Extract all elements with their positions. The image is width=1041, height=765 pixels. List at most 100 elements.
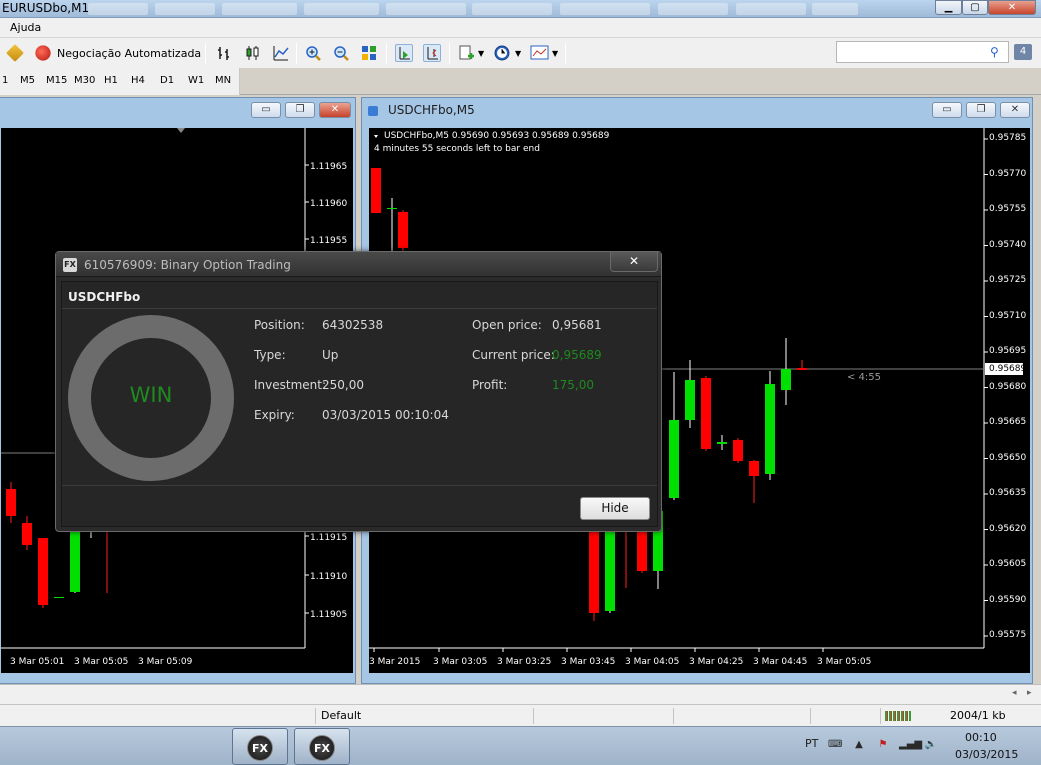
network-icon[interactable]: ▂▄▆ — [899, 739, 922, 751]
timeframe-h4[interactable]: H4 — [131, 75, 145, 86]
bar-chart-icon[interactable] — [215, 44, 233, 62]
close-icon: ✕ — [330, 104, 340, 115]
chart-close-button[interactable]: ✕ — [1000, 102, 1030, 118]
time-label: 3 Mar 05:05 — [817, 657, 872, 667]
investment-label: Investment: — [254, 378, 327, 392]
notification-badge[interactable]: 4 — [1014, 44, 1032, 60]
price-label: 0.95695 — [989, 346, 1027, 356]
hide-button[interactable]: Hide — [580, 497, 650, 520]
timeframe-w1[interactable]: W1 — [188, 75, 204, 86]
window-title-bar: EURUSDbo,M1 ▁ ▢ ✕ — [0, 0, 1041, 18]
scroll-right-icon[interactable]: ▸ — [1027, 688, 1032, 698]
price-label: 0.95710 — [989, 310, 1027, 321]
search-input[interactable]: ⚲ — [836, 41, 1009, 63]
search-icon[interactable]: ⚲ — [990, 45, 1004, 59]
current-price-marker: 0.95689 — [989, 364, 1027, 374]
auto-trading-button[interactable]: Negociação Automatizada — [57, 47, 201, 60]
timeframe-m5[interactable]: M5 — [20, 75, 35, 86]
menu-item-ajuda[interactable]: Ajuda — [10, 21, 41, 34]
chevron-down-icon[interactable]: ▼ — [515, 49, 521, 58]
price-label: 0.95680 — [989, 381, 1027, 392]
divider — [62, 308, 657, 309]
keyboard-icon[interactable]: ⌨ — [828, 739, 842, 751]
timeframe-h1[interactable]: H1 — [104, 75, 118, 86]
dialog-close-button[interactable]: ✕ — [610, 252, 658, 272]
profile-icon[interactable] — [6, 44, 24, 62]
price-label: 0.95665 — [989, 417, 1027, 427]
candlestick-icon[interactable] — [244, 44, 262, 62]
chevron-down-icon[interactable]: ▼ — [552, 49, 558, 58]
menu-bar: Ajuda — [0, 18, 1041, 38]
clock-time[interactable]: 00:10 — [965, 731, 997, 744]
time-label: 3 Mar 05:09 — [138, 657, 193, 667]
current-price-value: 0,95689 — [552, 348, 602, 362]
clock-date[interactable]: 03/03/2015 — [955, 748, 1018, 761]
autoscroll-icon[interactable] — [423, 44, 441, 62]
candle-body — [733, 440, 743, 461]
line-chart-icon[interactable] — [272, 44, 290, 62]
background-tab-ghost — [658, 3, 728, 15]
open-price-label: Open price: — [472, 318, 542, 332]
divider — [62, 485, 657, 486]
price-label: 1.11910 — [310, 572, 348, 582]
toolbar-separator — [386, 43, 387, 64]
timeframe-m1[interactable]: 1 — [2, 75, 8, 86]
toolbar-separator — [296, 43, 297, 64]
chart-minimize-button[interactable]: ▭ — [251, 102, 281, 118]
expiry-value: 03/03/2015 00:10:04 — [322, 408, 449, 422]
horizontal-scrollbar[interactable]: ◂ ▸ — [0, 684, 1041, 704]
fx-app-icon: FX — [247, 735, 273, 761]
language-indicator[interactable]: PT — [805, 737, 818, 750]
background-tab-ghost — [386, 3, 466, 15]
taskbar-app-button[interactable]: FX — [232, 728, 288, 765]
chart-restore-button[interactable]: ❐ — [285, 102, 315, 118]
candle-body — [685, 380, 695, 420]
background-tab-ghost — [560, 3, 650, 15]
timeframe-d1[interactable]: D1 — [160, 75, 174, 86]
price-label: 0.95770 — [989, 168, 1027, 179]
close-icon: ✕ — [1007, 2, 1017, 13]
connection-status[interactable]: 2004/1 kb — [880, 708, 1041, 724]
chart-close-button[interactable]: ✕ — [319, 102, 351, 118]
maximize-button[interactable]: ▢ — [962, 0, 988, 15]
expiry-label: Expiry: — [254, 408, 295, 422]
price-label: 0.95725 — [989, 275, 1027, 285]
fx-app-icon: FX — [309, 735, 335, 761]
volume-icon[interactable]: 🔈 — [924, 739, 938, 751]
timeframe-mn[interactable]: MN — [215, 75, 231, 86]
zoom-out-icon[interactable] — [332, 44, 350, 62]
minimize-button[interactable]: ▁ — [935, 0, 962, 15]
price-label: 0.95755 — [989, 204, 1027, 214]
position-label: Position: — [254, 318, 305, 332]
templates-icon[interactable] — [530, 44, 549, 62]
status-cell — [673, 708, 810, 724]
timeframe-m15[interactable]: M15 — [46, 75, 67, 86]
chart-minimize-button[interactable]: ▭ — [932, 102, 962, 118]
chart-restore-button[interactable]: ❐ — [966, 102, 996, 118]
chevron-down-icon[interactable]: ▼ — [478, 49, 484, 58]
profit-value: 175,00 — [552, 378, 594, 392]
type-value: Up — [322, 348, 339, 362]
bar-countdown-text: 4 minutes 55 seconds left to bar end — [374, 144, 540, 154]
maximize-icon: ▢ — [970, 2, 980, 13]
position-value: 64302538 — [322, 318, 384, 332]
zoom-in-icon[interactable] — [304, 44, 322, 62]
timeframe-m30[interactable]: M30 — [74, 75, 95, 86]
toolbar-separator — [449, 43, 450, 64]
tray-expand-icon[interactable]: ▲ — [852, 739, 866, 751]
close-icon: ✕ — [628, 254, 640, 268]
auto-trading-icon[interactable] — [35, 45, 51, 61]
tile-windows-icon[interactable] — [360, 44, 378, 62]
price-label: 0.95740 — [989, 239, 1027, 250]
action-center-icon[interactable]: ⚑ — [876, 739, 890, 751]
taskbar-app-button[interactable]: FX — [294, 728, 350, 765]
bar-timer: < 4:55 — [847, 372, 882, 383]
time-label: 3 Mar 04:25 — [689, 657, 744, 667]
profit-label: Profit: — [472, 378, 508, 392]
new-order-icon[interactable] — [458, 44, 476, 62]
chart-shift-icon[interactable] — [395, 44, 413, 62]
close-button[interactable]: ✕ — [988, 0, 1036, 15]
periods-icon[interactable] — [493, 44, 511, 62]
window-title: EURUSDbo,M1 — [2, 1, 90, 15]
scroll-left-icon[interactable]: ◂ — [1012, 688, 1017, 698]
